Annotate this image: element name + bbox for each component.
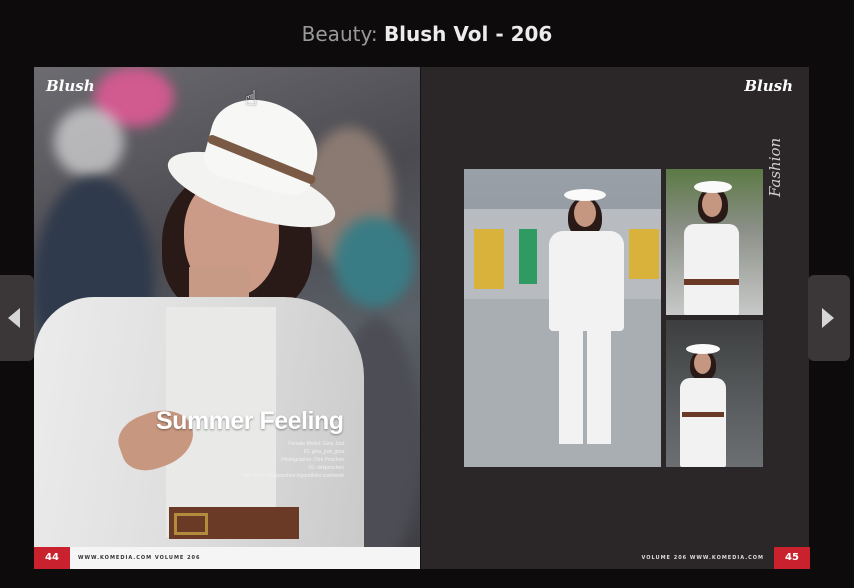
credit-line: IG: dirkpeschen (308, 465, 344, 471)
background-object (629, 229, 659, 279)
magazine-logo: Blush (46, 77, 95, 95)
model-face (694, 352, 711, 374)
page-footer-left: 44 WWW.KOMEDIA.COM VOLUME 206 (34, 547, 420, 569)
section-label: Fashion (766, 137, 784, 197)
next-page-button[interactable] (808, 275, 850, 361)
magazine-viewer[interactable]: Blush Summer Feeling Female Model: Gina … (34, 67, 810, 569)
magazine-page-left[interactable]: Blush Summer Feeling Female Model: Gina … (34, 67, 420, 569)
page-number-right: 45 (774, 547, 810, 569)
model-face (574, 199, 596, 227)
credit-line: Female Model: Gina Just (288, 441, 344, 447)
credit-line: IG: gina_just_gina (303, 449, 344, 455)
background-person (519, 229, 537, 284)
model-hat (686, 344, 720, 354)
hand-pointer-icon: ☝ (245, 86, 258, 110)
page-footer-right: VOLUME 206 WWW.KOMEDIA.COM 45 (421, 547, 810, 569)
model-suit (680, 378, 726, 467)
model-leg (587, 329, 611, 444)
article-credits: Female Model: Gina Just IG: gina_just_gi… (204, 440, 344, 480)
magazine-page-right[interactable]: Blush Fashion VOLUME 206 WWW.KOMEDIA.COM… (420, 67, 810, 569)
model-belt (682, 412, 724, 417)
title-category: Beauty: (301, 22, 378, 46)
model-dress (684, 224, 739, 315)
model-jacket (549, 231, 624, 331)
belt-buckle (174, 513, 208, 535)
magazine-logo: Blush (744, 77, 793, 95)
credit-line: WB: https://dirkpeschen.myportfolio.com/… (242, 473, 344, 479)
model-hat (564, 189, 606, 201)
model-face (702, 191, 722, 217)
title-name: Blush Vol - 206 (383, 22, 553, 46)
page-title: Beauty: Blush Vol - 206 (0, 20, 854, 48)
credit-line: Photographer: Dirk Peschen (281, 457, 344, 463)
previous-page-button[interactable] (0, 275, 34, 361)
fashion-photo-bottom-right (666, 320, 763, 467)
footer-text-right: VOLUME 206 WWW.KOMEDIA.COM (641, 555, 764, 561)
chevron-left-icon (8, 308, 20, 328)
article-headline: Summer Feeling (156, 407, 344, 435)
fashion-photo-main (464, 169, 661, 467)
background-object (474, 229, 504, 289)
model-belt (684, 279, 739, 285)
background-blob (54, 107, 124, 177)
page-number-left: 44 (34, 547, 70, 569)
model-leg (559, 329, 583, 444)
fashion-photo-top-right (666, 169, 763, 315)
background-blob (334, 217, 414, 307)
model-hat (694, 181, 732, 193)
chevron-right-icon (822, 308, 834, 328)
footer-text-left: WWW.KOMEDIA.COM VOLUME 206 (78, 555, 201, 561)
